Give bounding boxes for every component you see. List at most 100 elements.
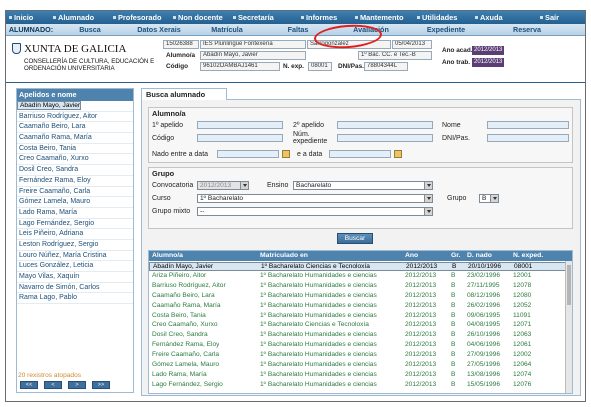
col-ano[interactable]: Ano bbox=[405, 251, 418, 261]
table-cell: 2012/2013 bbox=[405, 370, 437, 378]
nav-axuda[interactable]: Axuda bbox=[472, 13, 522, 22]
list-item[interactable]: Gómez Lamela, Mauro bbox=[17, 197, 133, 208]
list-item[interactable]: Creo Caamaño, Xurxo bbox=[17, 154, 133, 166]
list-item[interactable]: Caamaño Beiro, Lara bbox=[17, 122, 133, 134]
table-cell: 2012/2013 bbox=[405, 271, 437, 279]
nav-profesorado[interactable]: Profesorado bbox=[110, 13, 170, 22]
grupo-mixto-select[interactable]: -- bbox=[197, 207, 433, 216]
nome-input[interactable] bbox=[487, 121, 569, 129]
dni-search-input[interactable] bbox=[487, 134, 569, 142]
subnav-datos-xerais[interactable]: Datos Xerais bbox=[124, 25, 194, 34]
col-d-nado[interactable]: D. nado bbox=[467, 251, 492, 261]
scrollbar[interactable] bbox=[565, 261, 572, 393]
table-cell: Ariza Piñeiro, Aitor bbox=[152, 271, 207, 279]
list-item[interactable]: Dosil Creo, Sandra bbox=[17, 165, 133, 176]
table-row[interactable]: Fernández Rama, Eloy 1º Bacharelato Human… bbox=[149, 341, 572, 350]
list-item[interactable]: Mayo Vilas, Xaquín bbox=[17, 272, 133, 283]
table-row[interactable]: Creo Caamaño, Xurxo 1º Bacharelato Cienci… bbox=[149, 321, 572, 330]
convocatoria-select[interactable]: 2012/2013 bbox=[197, 181, 249, 190]
list-item[interactable]: Leston Rodríguez, Sergio bbox=[17, 240, 133, 251]
subnav-matricula[interactable]: Matrícula bbox=[194, 25, 260, 34]
subnav-expediente[interactable]: Expediente bbox=[406, 25, 486, 34]
next-page-button[interactable]: > bbox=[68, 381, 86, 389]
nav-inicio[interactable]: Inicio bbox=[6, 13, 50, 22]
ano-trab-value[interactable]: 2012/2013 bbox=[472, 58, 505, 67]
table-row[interactable]: Dosil Creo, Sandra 1º Bacharelato Humanid… bbox=[149, 331, 572, 340]
logo-title: XUNTA DE GALICIA bbox=[24, 43, 127, 55]
list-item[interactable]: Freire Caamaño, Carla bbox=[17, 187, 133, 198]
nav-utilidades[interactable]: Utilidades bbox=[414, 13, 472, 22]
first-page-button[interactable]: << bbox=[20, 381, 38, 389]
buscar-button[interactable]: Buscar bbox=[337, 233, 373, 244]
list-item[interactable]: Rama Lago, Pablo bbox=[17, 293, 133, 305]
table-row[interactable]: Costa Beiro, Tania 1º Bacharelato Humanid… bbox=[149, 312, 572, 321]
codigo-value: 96102OAMBAJ1461 bbox=[200, 62, 280, 71]
grupo-mixto-label: Grupo mixto bbox=[152, 208, 191, 215]
col-grupo[interactable]: Gr. bbox=[451, 251, 460, 261]
list-item[interactable]: Louro Núñez, María Cristina bbox=[17, 251, 133, 262]
nav-sair[interactable]: Saír bbox=[522, 13, 562, 22]
subnav-busca[interactable]: Busca bbox=[56, 25, 124, 34]
apelido2-input[interactable] bbox=[337, 121, 433, 129]
table-cell: 11091 bbox=[513, 311, 531, 319]
table-cell: B bbox=[451, 321, 456, 329]
nav-secretaria[interactable]: Secretaría bbox=[230, 13, 298, 22]
dni-value: 78804344L bbox=[364, 62, 408, 71]
table-row[interactable]: Barriuso Rodríguez, Aitor 1º Bacharelato … bbox=[149, 282, 572, 291]
table-row[interactable]: Freire Caamaño, Carla 1º Bacharelato Huma… bbox=[149, 351, 572, 360]
table-row[interactable]: Abadín Mayo, Javier 1º Bacharelato Cienci… bbox=[149, 262, 572, 271]
table-row[interactable]: Caamaño Rama, María 1º Bacharelato Humani… bbox=[149, 302, 572, 311]
apelido1-input[interactable] bbox=[197, 121, 283, 129]
col-alumno[interactable]: Alumno/a bbox=[152, 251, 183, 261]
scrollbar-thumb[interactable] bbox=[567, 265, 571, 305]
calendar-icon[interactable] bbox=[394, 150, 402, 158]
prev-page-button[interactable]: < bbox=[44, 381, 62, 389]
student-list-items: Abadín Mayo, JavierAriza Piñeiro, AitorB… bbox=[17, 101, 133, 305]
ensino-select[interactable]: Bacharelato bbox=[293, 181, 433, 190]
calendar-icon[interactable] bbox=[282, 150, 290, 158]
table-cell: 1º Bacharelato Ciencias e Tecnoloxía bbox=[260, 321, 369, 329]
table-cell: 12076 bbox=[513, 380, 532, 388]
nav-alumnado[interactable]: Alumnado bbox=[50, 13, 110, 22]
nome-label: Nome bbox=[442, 122, 461, 129]
logo-subtitle: CONSELLERÍA DE CULTURA, EDUCACIÓN E ORDE… bbox=[24, 58, 155, 72]
nav-non-docente[interactable]: Non docente bbox=[170, 13, 230, 22]
table-row[interactable]: Lago Fernández, Sergio 1º Bacharelato Hum… bbox=[149, 381, 572, 390]
list-item[interactable]: Costa Beiro, Tania bbox=[17, 144, 133, 155]
table-cell: 13/08/1996 bbox=[467, 370, 501, 378]
table-cell: 2012/2013 bbox=[405, 301, 437, 309]
bullet-icon bbox=[9, 16, 12, 19]
curso-select[interactable]: 1º Bacharelato bbox=[197, 194, 433, 203]
table-cell: 1º Bacharelato Ciencias e Tecnoloxía bbox=[261, 263, 370, 270]
list-item[interactable]: Leis Piñeiro, Adriana bbox=[17, 229, 133, 240]
col-n-exped[interactable]: N. exped. bbox=[513, 251, 543, 261]
nav-mantemento[interactable]: Mantemento bbox=[352, 13, 414, 22]
list-item[interactable]: Abadín Mayo, Javier bbox=[17, 101, 82, 110]
bullet-icon bbox=[355, 16, 358, 19]
last-page-button[interactable]: >> bbox=[92, 381, 110, 389]
list-item[interactable]: Caamaño Rama, María bbox=[17, 133, 133, 144]
table-cell: B bbox=[451, 281, 456, 289]
table-row[interactable]: Ariza Piñeiro, Aitor 1º Bacharelato Human… bbox=[149, 272, 572, 281]
codigo-search-input[interactable] bbox=[197, 134, 283, 142]
tab-busca-alumnado[interactable]: Busca alumnado bbox=[141, 88, 227, 100]
grupo-select[interactable]: B bbox=[479, 194, 499, 203]
num-exp-input[interactable] bbox=[337, 134, 433, 142]
col-matriculado[interactable]: Matriculado en bbox=[260, 251, 308, 261]
nav-informes[interactable]: Informes bbox=[298, 13, 352, 22]
list-item[interactable]: Lado Rama, María bbox=[17, 208, 133, 219]
table-cell: 12071 bbox=[513, 321, 532, 329]
table-row[interactable]: Caamaño Beiro, Lara 1º Bacharelato Humani… bbox=[149, 292, 572, 301]
table-row[interactable]: Gómez Lamela, Mauro 1º Bacharelato Humani… bbox=[149, 361, 572, 370]
nado-from-input[interactable] bbox=[217, 150, 279, 158]
list-item[interactable]: Navarro de Simón, Carlos bbox=[17, 283, 133, 294]
list-item[interactable]: Luces González, Leticia bbox=[17, 261, 133, 272]
list-item[interactable]: Lago Fernández, Sergio bbox=[17, 219, 133, 230]
subnav-reserva[interactable]: Reserva bbox=[486, 25, 568, 34]
list-item[interactable]: Barriuso Rodríguez, Aitor bbox=[17, 112, 133, 123]
table-row[interactable]: Lado Rama, María 1º Bacharelato Humanidad… bbox=[149, 371, 572, 380]
nado-to-input[interactable] bbox=[329, 150, 391, 158]
list-item[interactable]: Fernández Rama, Eloy bbox=[17, 176, 133, 187]
table-cell: 20/10/1996 bbox=[468, 263, 502, 270]
ano-acad-value[interactable]: 2012/2013 bbox=[472, 46, 505, 55]
